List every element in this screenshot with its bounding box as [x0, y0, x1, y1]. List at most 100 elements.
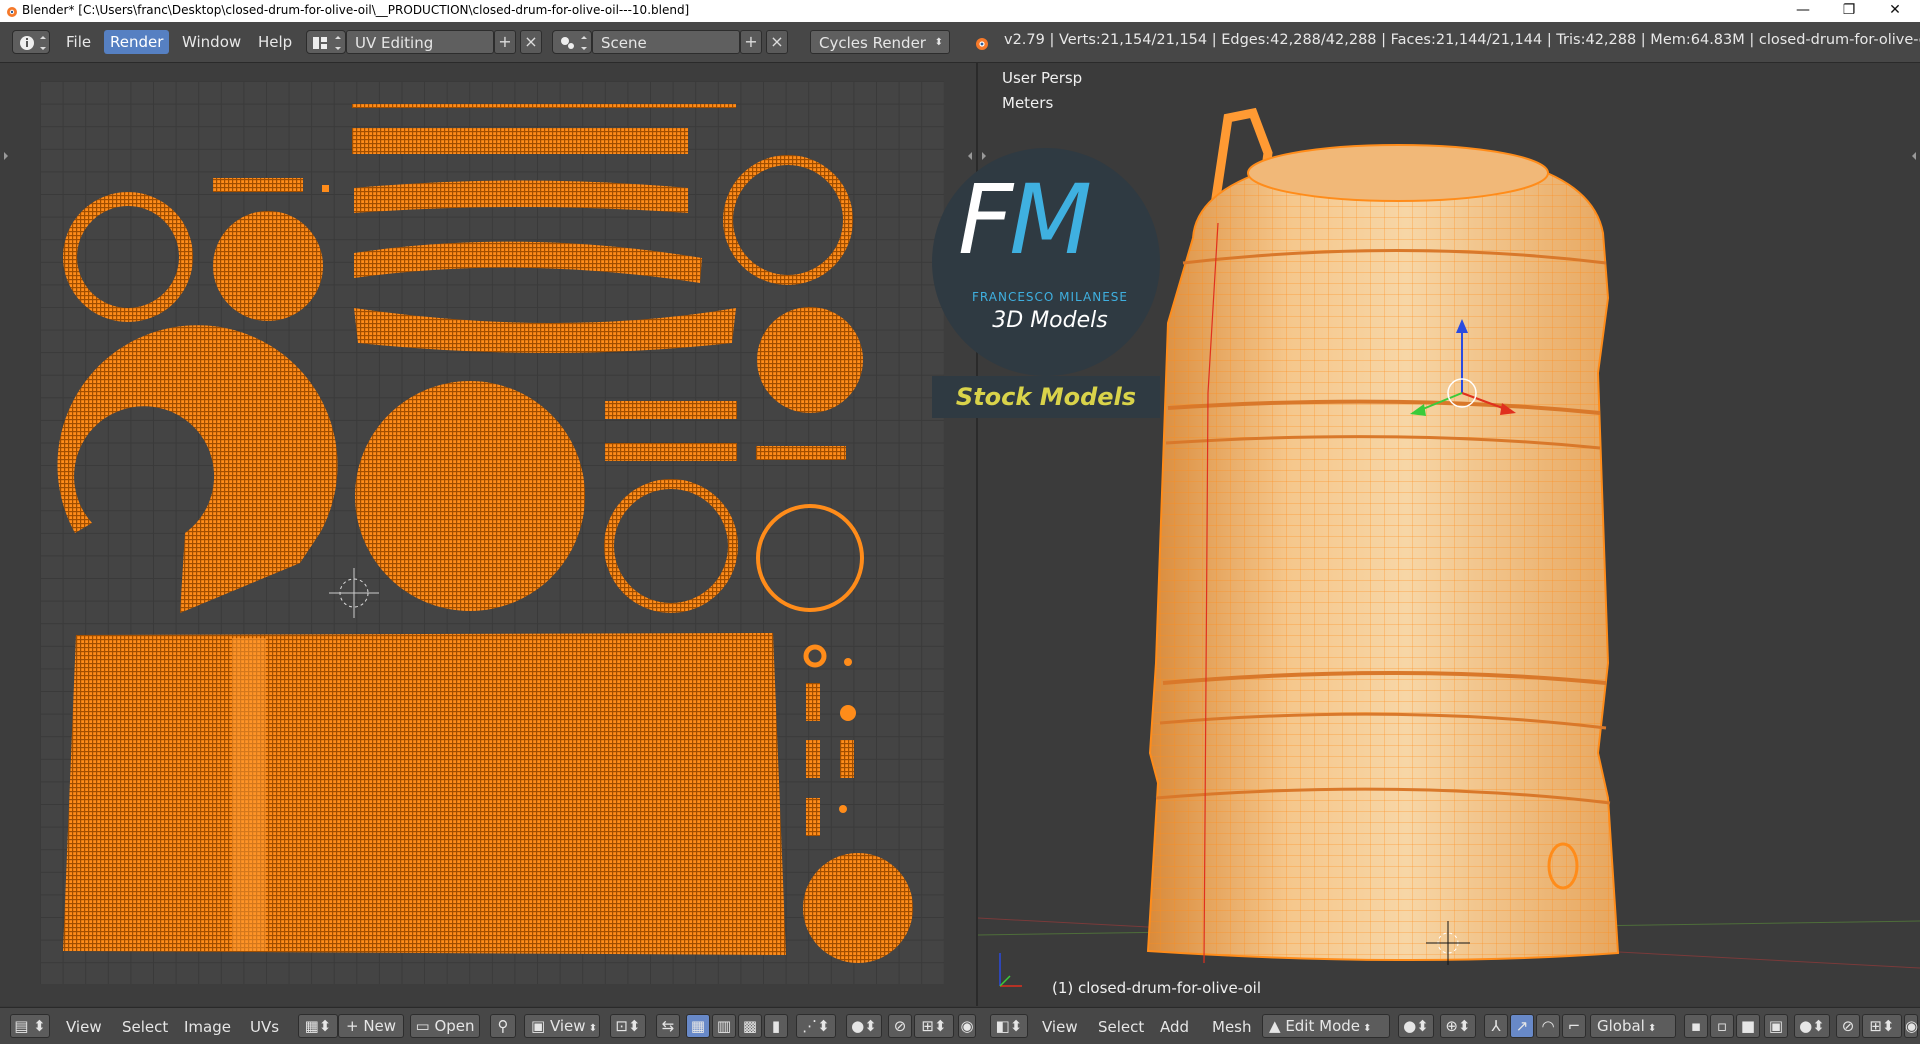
pin-image-button[interactable]: ⚲	[490, 1014, 516, 1038]
uv-island-strip	[352, 104, 736, 108]
uv-island-seam	[232, 638, 266, 951]
screen-layout-field[interactable]: UV Editing	[346, 30, 494, 54]
manipulator-icon: ⅄	[1491, 1017, 1501, 1035]
snap-element-select[interactable]: ⊞⬍	[914, 1014, 954, 1038]
menu-file[interactable]: File	[60, 30, 97, 54]
face-icon: ■	[1740, 1017, 1756, 1035]
add-screen-button[interactable]: +	[494, 30, 516, 54]
window-title: Blender* [C:\Users\franc\Desktop\closed-…	[22, 3, 690, 17]
face-icon: ▩	[742, 1017, 758, 1035]
uv-2d-cursor-icon[interactable]	[329, 568, 379, 618]
properties-toggle-icon[interactable]	[968, 152, 972, 160]
proportional-icon: ●⬍	[1799, 1017, 1825, 1035]
uv-island-strip	[352, 128, 688, 154]
island-select-mode[interactable]: ▮	[764, 1014, 788, 1038]
viewport-editor-type-selector[interactable]: ◧⬍	[990, 1014, 1028, 1038]
edge-select-mode[interactable]: ▥	[712, 1014, 736, 1038]
solid-shading-icon: ●⬍	[1403, 1017, 1429, 1035]
delete-scene-button[interactable]: ×	[766, 30, 788, 54]
render-preview-button[interactable]: ◉	[1904, 1014, 1918, 1038]
snap-element-select-3d[interactable]: ⊞⬍	[1862, 1014, 1902, 1038]
uv-island-strip	[756, 446, 846, 460]
rotate-manipulator[interactable]: ◠	[1536, 1014, 1560, 1038]
sticky-icon: ⋰⬍	[802, 1017, 830, 1035]
scene-field[interactable]: Scene	[592, 30, 740, 54]
scene-icon	[561, 36, 587, 50]
uv-view-mode-select[interactable]: ▣ View ⬍	[524, 1014, 600, 1038]
viewport-shading-select[interactable]: ●⬍	[1398, 1014, 1434, 1038]
proportional-edit-select[interactable]: ●⬍	[846, 1014, 882, 1038]
edge-select-mode-3d[interactable]: ▫	[1710, 1014, 1734, 1038]
uv-island-ring	[756, 504, 864, 612]
watermark-brand: FRANCESCO MILANESE	[972, 290, 1128, 304]
uv-island-dot	[839, 805, 847, 813]
uv-island-strip	[806, 740, 820, 778]
camera-icon: ◉	[960, 1017, 974, 1035]
image-editor-icon: ▤ ⬍	[14, 1017, 46, 1035]
maximize-button[interactable]: ❐	[1826, 0, 1872, 22]
uv-image-editor[interactable]	[0, 63, 976, 1006]
uv-island-strip	[605, 443, 737, 461]
face-select-mode-3d[interactable]: ■	[1736, 1014, 1760, 1038]
minimize-button[interactable]: —	[1780, 0, 1826, 22]
interaction-mode-select[interactable]: ▲ Edit Mode ⬍	[1262, 1014, 1390, 1038]
rotate-icon: ◠	[1541, 1017, 1555, 1035]
viewport-menu-mesh[interactable]: Mesh	[1212, 1016, 1252, 1038]
sticky-selection-select[interactable]: ⋰⬍	[796, 1014, 836, 1038]
vertex-select-mode[interactable]: ▦	[686, 1014, 710, 1038]
screen-layout-browse-button[interactable]	[306, 30, 346, 54]
uv-menu-select[interactable]: Select	[122, 1016, 168, 1038]
watermark-band: Stock Models	[932, 376, 1160, 418]
viewport-menu-add[interactable]: Add	[1160, 1016, 1189, 1038]
properties-toggle-icon[interactable]	[1912, 152, 1916, 160]
scale-manipulator[interactable]: ⌐	[1562, 1014, 1586, 1038]
close-window-button[interactable]: ✕	[1872, 0, 1918, 22]
uv-menu-view[interactable]: View	[66, 1016, 102, 1038]
axis-gizmo-icon	[999, 953, 1022, 987]
scene-browse-button[interactable]	[552, 30, 592, 54]
face-select-mode[interactable]: ▩	[738, 1014, 762, 1038]
uv-islands[interactable]	[0, 63, 976, 1006]
toolshelf-toggle-icon[interactable]	[4, 152, 8, 160]
add-scene-button[interactable]: +	[740, 30, 762, 54]
snap-toggle[interactable]: ⊘	[888, 1014, 912, 1038]
editor-type-selector[interactable]	[12, 30, 50, 54]
snap-toggle-3d[interactable]: ⊘	[1836, 1014, 1860, 1038]
transform-orientation-select[interactable]: Global ⬍	[1590, 1014, 1676, 1038]
viewport-pivot-select[interactable]: ⊕⬍	[1440, 1014, 1476, 1038]
pivot-point-select[interactable]: ⊡⬍	[610, 1014, 646, 1038]
uv-menu-uvs[interactable]: UVs	[250, 1016, 279, 1038]
uv-editor-type-selector[interactable]: ▤ ⬍	[10, 1014, 50, 1038]
menu-window[interactable]: Window	[176, 30, 247, 54]
proportional-edit-select-3d[interactable]: ●⬍	[1794, 1014, 1830, 1038]
uv-island-body	[63, 633, 786, 955]
uv-island-strip	[806, 798, 820, 836]
occlude-geometry-toggle[interactable]: ▣	[1764, 1014, 1788, 1038]
close-icon: ×	[524, 32, 538, 51]
manipulator-toggle[interactable]: ⅄	[1484, 1014, 1508, 1038]
uv-island-disc	[213, 211, 323, 321]
uv-island-curved-strip	[354, 180, 688, 213]
translate-manipulator[interactable]: ↗	[1510, 1014, 1534, 1038]
menu-help[interactable]: Help	[252, 30, 298, 54]
image-browse-button[interactable]: ▦⬍	[298, 1014, 338, 1038]
sync-selection-toggle[interactable]: ⇆	[656, 1014, 680, 1038]
scale-icon: ⌐	[1567, 1017, 1581, 1035]
3d-view-icon: ◧⬍	[995, 1017, 1023, 1035]
render-result-button[interactable]: ◉	[958, 1014, 976, 1038]
uv-island-strip	[840, 740, 854, 778]
render-engine-select[interactable]: Cycles Render ⬍	[810, 30, 950, 54]
viewport-menu-select[interactable]: Select	[1098, 1016, 1144, 1038]
uv-island-strip	[806, 683, 820, 721]
viewport-menu-view[interactable]: View	[1042, 1016, 1078, 1038]
layout-grid-icon	[313, 36, 341, 50]
delete-screen-button[interactable]: ×	[520, 30, 542, 54]
toolshelf-toggle-icon[interactable]	[982, 152, 986, 160]
uv-island-disc	[757, 307, 863, 413]
menu-render[interactable]: Render	[104, 30, 170, 54]
close-icon: ×	[770, 32, 784, 51]
open-image-button[interactable]: ▭ Open	[410, 1014, 480, 1038]
vertex-select-mode-3d[interactable]: ▪	[1684, 1014, 1708, 1038]
uv-menu-image[interactable]: Image	[184, 1016, 231, 1038]
new-image-button[interactable]: + New	[338, 1014, 404, 1038]
